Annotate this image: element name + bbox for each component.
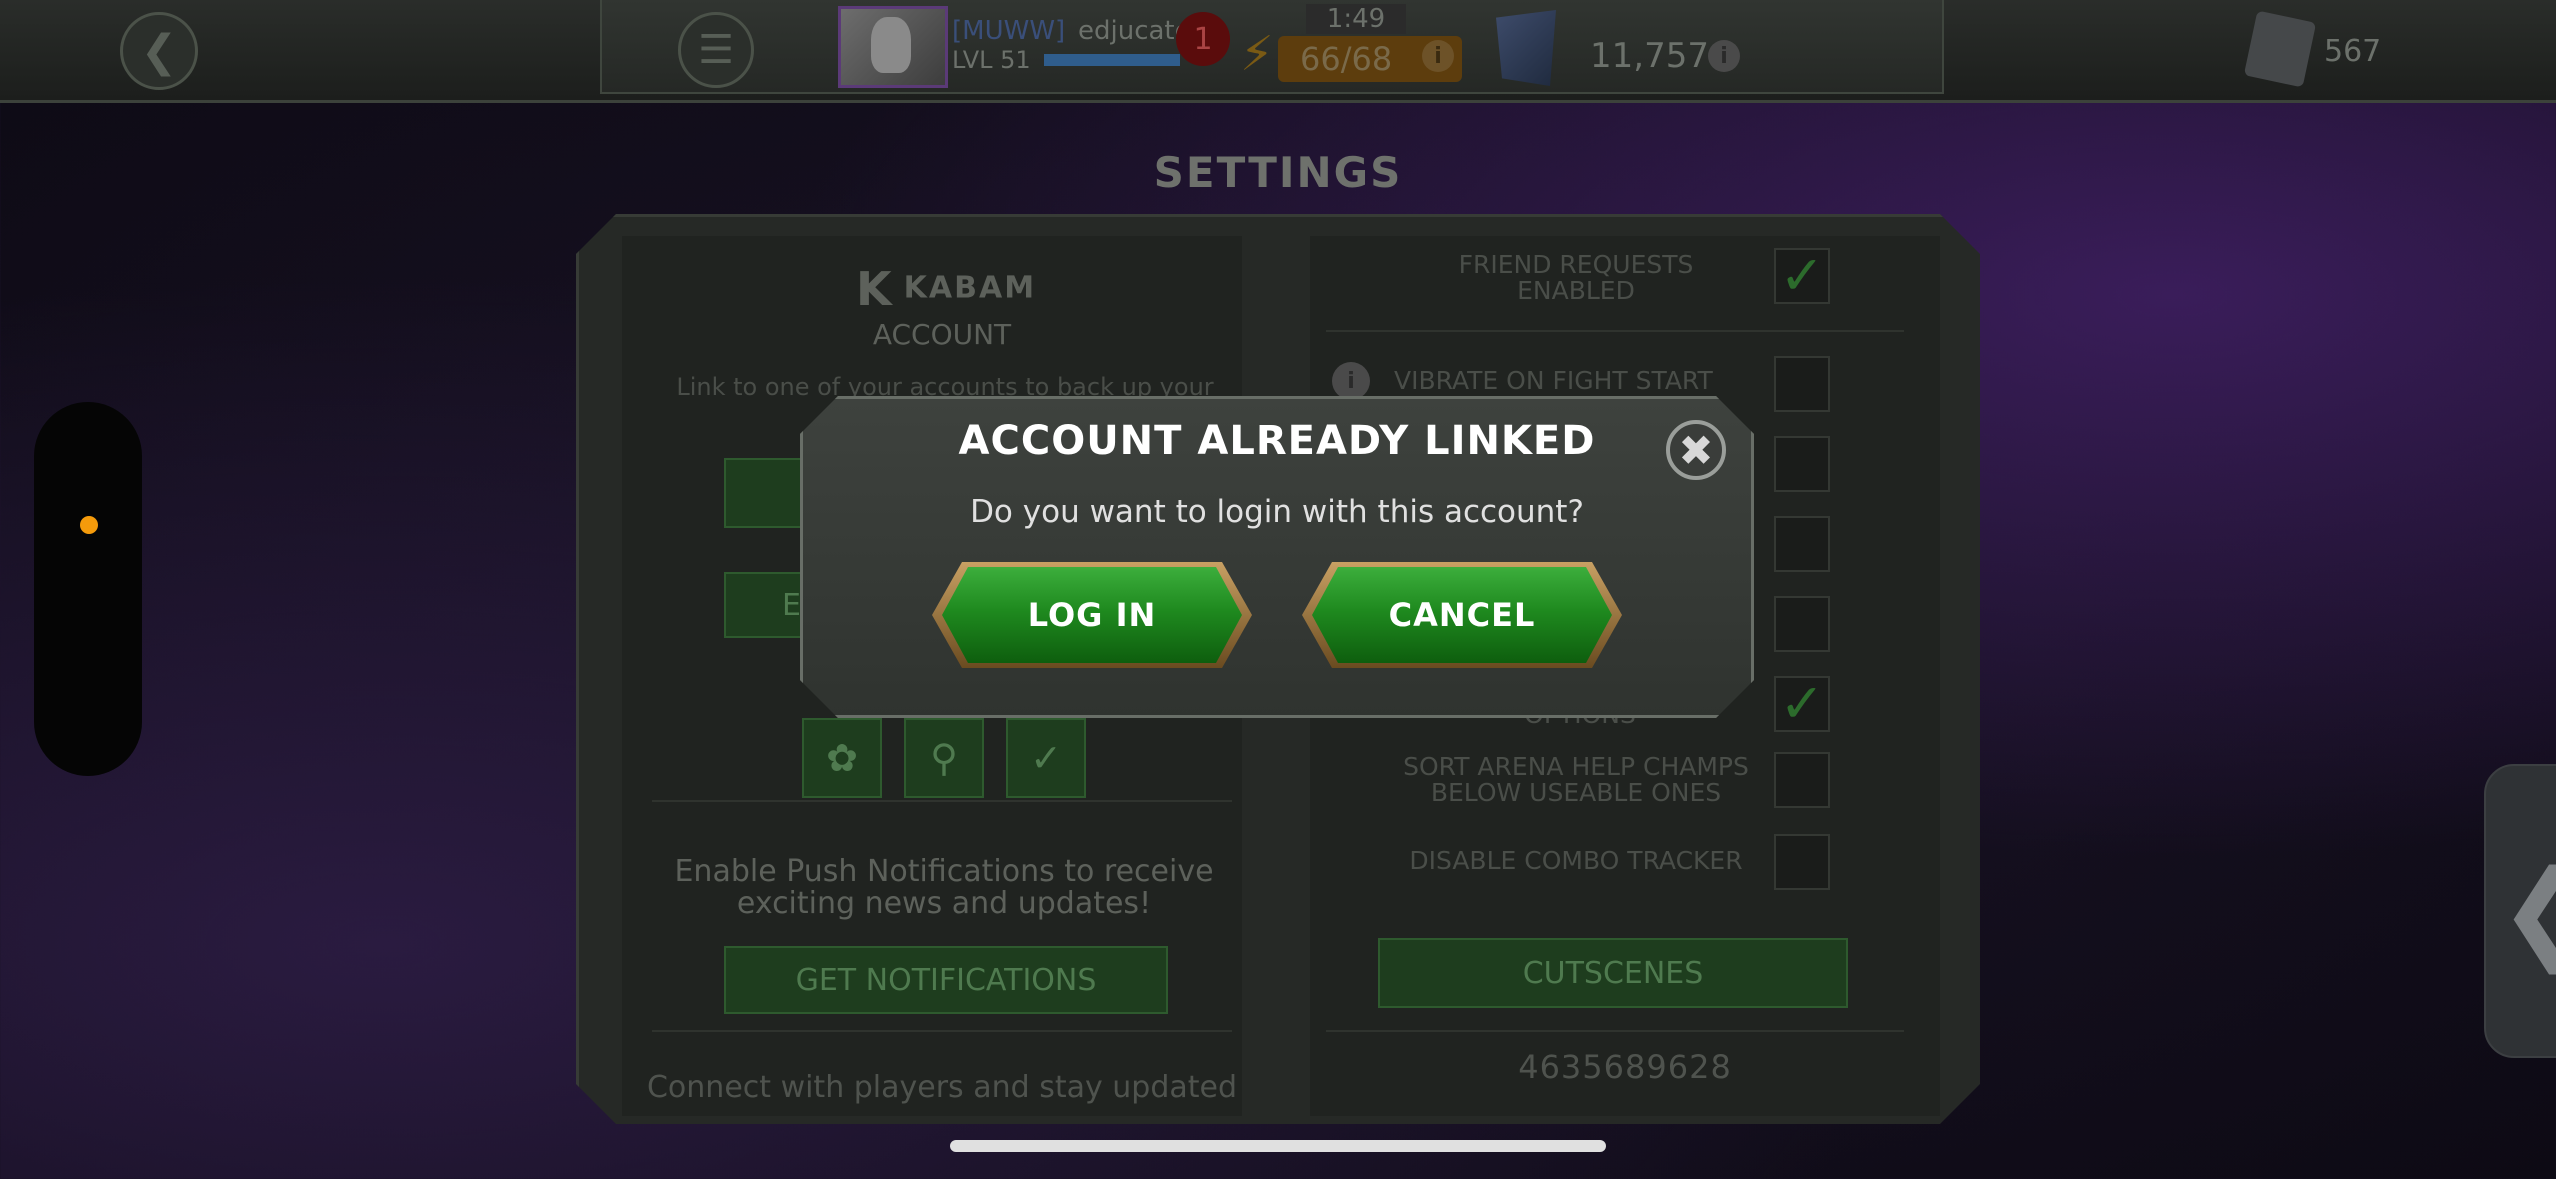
brand-text: KABAM <box>903 270 1037 306</box>
vibrate-label: VIBRATE ON FIGHT START <box>1394 366 1713 395</box>
notification-badge[interactable]: 1 <box>1176 12 1230 66</box>
home-indicator[interactable] <box>950 1140 1606 1152</box>
vibrate-checkbox[interactable] <box>1774 356 1830 412</box>
chevron-left-icon[interactable]: ❮ <box>2498 846 2556 974</box>
checkmark-icon: ✓ <box>1779 244 1825 307</box>
hamburger-menu-icon: ☰ <box>698 27 734 73</box>
sort-arena-checkbox[interactable] <box>1774 752 1830 808</box>
checklist-icon[interactable]: ✓ <box>1006 718 1086 798</box>
divider <box>1326 330 1904 332</box>
cutscenes-button[interactable]: CUTSCENES <box>1378 938 1848 1008</box>
status-dot <box>80 516 98 534</box>
setting-checkbox[interactable] <box>1774 596 1830 652</box>
chevron-left-icon: ❮ <box>140 25 178 77</box>
page-title: SETTINGS <box>1153 148 1403 197</box>
friend-requests-label: FRIEND REQUESTS ENABLED <box>1458 250 1694 305</box>
divider <box>652 1030 1232 1032</box>
sort-arena-label: SORT ARENA HELP CHAMPS BELOW USEABLE ONE… <box>1403 752 1749 807</box>
friend-requests-checkbox[interactable]: ✓ <box>1774 248 1830 304</box>
kabam-logo: K KABAM <box>856 262 1036 316</box>
player-name: edjucate <box>1078 16 1191 46</box>
divider <box>652 800 1232 802</box>
dialog-title: ACCOUNT ALREADY LINKED <box>958 418 1596 464</box>
info-icon[interactable]: i <box>1708 40 1740 72</box>
player-id: 4635689628 <box>1518 1048 1732 1086</box>
setting-checkbox[interactable]: ✓ <box>1774 676 1830 732</box>
xp-bar <box>1044 54 1180 66</box>
connect-text: Connect with players and stay updated <box>646 1070 1238 1105</box>
info-icon[interactable]: i <box>1332 362 1370 400</box>
side-panel-handle[interactable] <box>34 402 142 776</box>
lightning-icon: ⚡ <box>1240 26 1274 82</box>
menu-button[interactable]: ☰ <box>678 12 754 88</box>
disable-combo-checkbox[interactable] <box>1774 834 1830 890</box>
get-notifications-button[interactable]: GET NOTIFICATIONS <box>724 946 1168 1014</box>
divider <box>1326 1030 1904 1032</box>
energy-value: 66/68 <box>1300 40 1393 78</box>
crystal-count: 567 <box>2324 34 2382 69</box>
back-button[interactable]: ❮ <box>120 12 198 90</box>
login-button[interactable]: LOG IN <box>942 567 1242 663</box>
close-button[interactable]: ✖ <box>1666 420 1726 480</box>
xp-bar-fill <box>1044 54 1180 66</box>
kabam-k-icon: K <box>856 262 894 316</box>
cancel-button[interactable]: CANCEL <box>1312 567 1612 663</box>
setting-checkbox[interactable] <box>1774 516 1830 572</box>
units-icon <box>1496 10 1556 86</box>
setting-checkbox[interactable] <box>1774 436 1830 492</box>
info-icon[interactable]: i <box>1422 40 1454 72</box>
close-icon: ✖ <box>1678 425 1714 475</box>
avatar[interactable] <box>838 6 948 88</box>
player-level: LVL 51 <box>952 46 1031 74</box>
energy-timer: 1:49 <box>1306 4 1406 34</box>
account-title: ACCOUNT <box>872 318 1012 351</box>
disable-combo-label: DISABLE COMBO TRACKER <box>1409 846 1743 875</box>
trophy-icon[interactable]: ⚲ <box>904 718 984 798</box>
dialog-message: Do you want to login with this account? <box>970 494 1584 530</box>
units-value: 11,757 <box>1590 36 1709 76</box>
laurel-icon[interactable]: ✿ <box>802 718 882 798</box>
alliance-tag: [MUWW] <box>952 16 1066 46</box>
checkmark-icon: ✓ <box>1779 672 1825 735</box>
push-notification-text: Enable Push Notifications to receive exc… <box>674 854 1214 921</box>
